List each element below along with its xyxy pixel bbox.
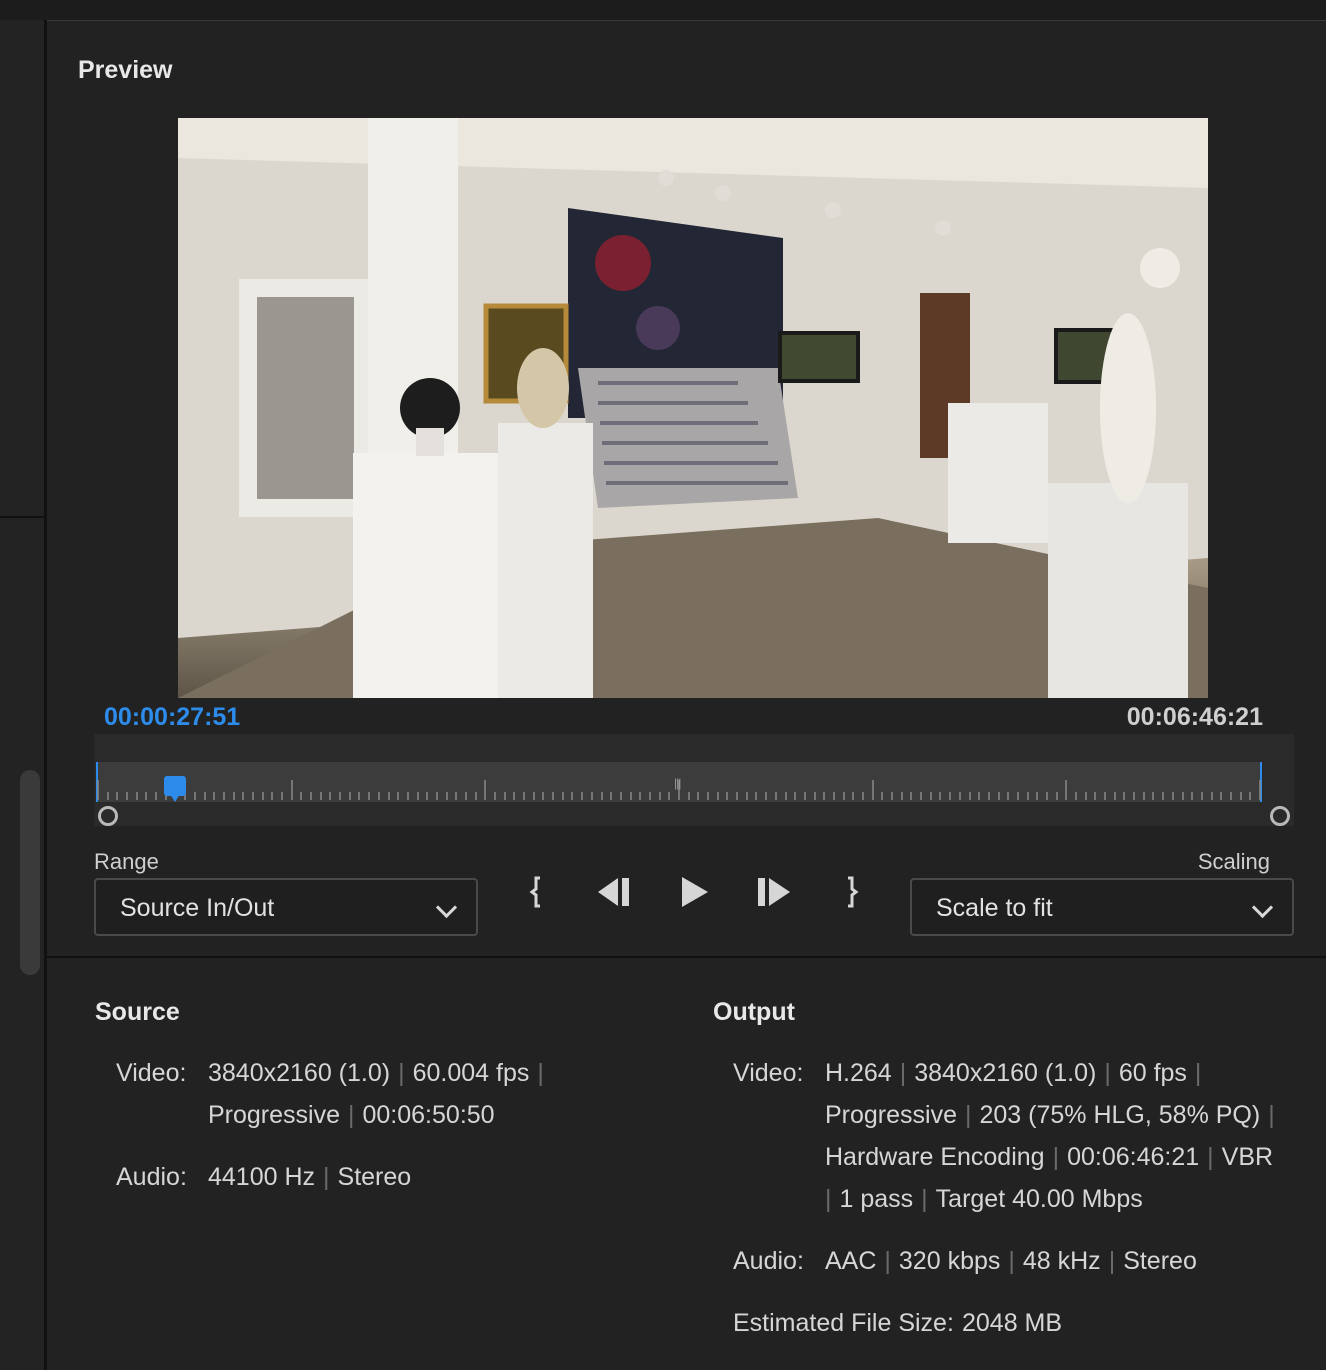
panel-title: Preview <box>78 56 173 84</box>
output-video-line4: | 1 pass | Target 40.00 Mbps <box>825 1185 1143 1213</box>
mark-in-icon[interactable] <box>526 872 550 912</box>
source-audio-line: 44100 Hz | Stereo <box>208 1163 412 1191</box>
step-forward-icon[interactable] <box>754 872 792 912</box>
play-icon[interactable] <box>678 872 710 912</box>
zoom-handle-left[interactable] <box>98 806 118 826</box>
source-video-line2: Progressive | 00:06:50:50 <box>208 1101 495 1129</box>
left-panel-strip <box>0 20 47 1370</box>
current-timecode: 00:00:27:51 <box>104 703 241 731</box>
zoom-grip-icon[interactable]: ||| <box>674 776 681 790</box>
source-audio-key: Audio: <box>116 1163 187 1191</box>
output-audio-key: Audio: <box>733 1247 804 1275</box>
range-label: Range <box>94 849 159 874</box>
output-video-line2: Progressive | 203 (75% HLG, 58% PQ) | <box>825 1101 1275 1129</box>
filesize-key: Estimated File Size: <box>733 1309 954 1337</box>
duration-timecode: 00:06:46:21 <box>1126 703 1263 731</box>
mark-out-icon[interactable] <box>838 872 862 912</box>
output-video-line1: H.264 | 3840x2160 (1.0) | 60 fps | <box>825 1059 1202 1087</box>
chevron-down-icon <box>435 896 458 919</box>
top-bar <box>0 0 1326 21</box>
section-divider <box>47 956 1326 958</box>
video-preview <box>178 118 1208 698</box>
output-video-key: Video: <box>733 1059 804 1087</box>
video-frame-illustration <box>178 118 1208 698</box>
left-panel-divider <box>0 516 44 518</box>
output-audio-line: AAC | 320 kbps | 48 kHz | Stereo <box>825 1247 1197 1275</box>
source-video-key: Video: <box>116 1059 187 1087</box>
filesize-value: 2048 MB <box>962 1309 1063 1337</box>
chevron-down-icon <box>1251 896 1274 919</box>
source-title: Source <box>95 998 180 1026</box>
scrollbar-thumb[interactable] <box>20 770 40 975</box>
range-dropdown[interactable]: Source In/Out <box>94 878 478 936</box>
source-video-line1: 3840x2160 (1.0) | 60.004 fps | <box>208 1059 544 1087</box>
range-value: Source In/Out <box>120 894 275 922</box>
timeline-scrubber[interactable]: ||| <box>94 734 1294 826</box>
output-video-line3: Hardware Encoding | 00:06:46:21 | VBR <box>825 1143 1274 1171</box>
output-title: Output <box>713 998 795 1026</box>
scaling-value: Scale to fit <box>936 894 1053 922</box>
playhead[interactable] <box>164 776 187 802</box>
zoom-handle-right[interactable] <box>1270 806 1290 826</box>
step-back-icon[interactable] <box>596 872 634 912</box>
scaling-dropdown[interactable]: Scale to fit <box>910 878 1294 936</box>
scaling-label: Scaling <box>1197 849 1270 874</box>
